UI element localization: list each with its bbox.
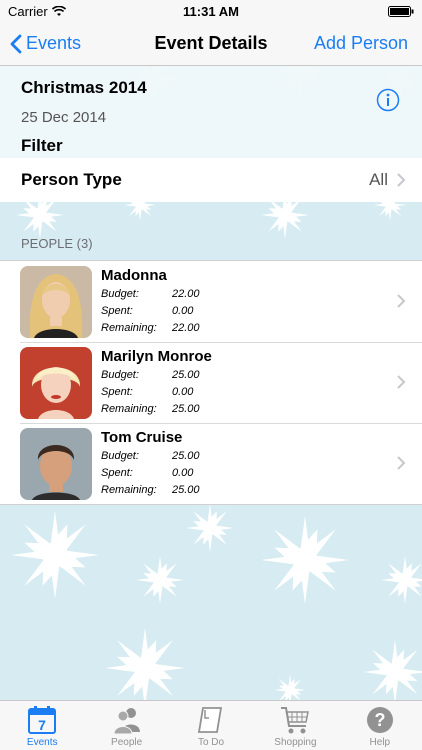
svg-text:7: 7	[38, 717, 46, 733]
cart-icon	[281, 707, 310, 734]
chevron-right-icon	[397, 375, 406, 389]
avatar	[20, 427, 92, 500]
tab-help[interactable]: ? Help	[338, 701, 422, 750]
spent-row: Spent: 0.00	[101, 467, 194, 479]
spent-row: Spent: 0.00	[101, 305, 194, 317]
budget-value: 22.00	[172, 288, 200, 300]
filter-section-label: Filter	[0, 134, 422, 158]
budget-row: Budget: 25.00	[101, 450, 200, 462]
status-bar: Carrier 11:31 AM	[0, 0, 422, 22]
person-type-label: Person Type	[21, 170, 122, 189]
person-type-value: All	[369, 170, 388, 189]
tab-bar: 7 Events People To Do Shopping ? Help	[0, 700, 422, 750]
avatar	[20, 346, 92, 419]
person-name: Madonna	[101, 266, 167, 284]
tab-events[interactable]: 7 Events	[0, 701, 84, 750]
chevron-right-icon	[397, 294, 406, 308]
spent-value: 0.00	[172, 305, 194, 317]
spent-row: Spent: 0.00	[101, 386, 194, 398]
person-name: Marilyn Monroe	[101, 347, 212, 365]
remaining-row: Remaining: 22.00	[101, 322, 200, 334]
person-info: Tom Cruise Budget: 25.00 Spent: 0.00 Remai…	[101, 429, 381, 499]
calendar-icon: 7	[28, 706, 57, 734]
remaining-row: Remaining: 25.00	[101, 484, 200, 496]
budget-value: 25.00	[172, 369, 200, 381]
tab-people-label: People	[111, 737, 143, 748]
event-name: Christmas 2014	[21, 78, 147, 97]
tab-shopping-label: Shopping	[274, 737, 317, 748]
list-item[interactable]: Marilyn Monroe Budget: 25.00 Spent: 0.00 R…	[0, 342, 422, 423]
person-name: Tom Cruise	[101, 428, 183, 446]
back-button[interactable]: Events	[0, 33, 81, 54]
tab-events-label: Events	[26, 737, 58, 748]
budget-row: Budget: 22.00	[101, 288, 200, 300]
budget-row: Budget: 25.00	[101, 369, 200, 381]
add-person-button[interactable]: Add Person	[314, 33, 422, 54]
tab-people[interactable]: People	[84, 701, 168, 750]
help-icon: ?	[366, 707, 393, 733]
spent-value: 0.00	[172, 467, 194, 479]
tab-help-label: Help	[369, 737, 391, 748]
people-icon	[113, 708, 140, 735]
remaining-row: Remaining: 25.00	[101, 403, 200, 415]
avatar	[20, 265, 92, 338]
people-section-header: PEOPLE (3)	[21, 236, 93, 251]
navigation-bar: Events Event Details Add Person	[0, 22, 422, 66]
remaining-value: 25.00	[172, 403, 200, 415]
spent-value: 0.00	[172, 386, 194, 398]
info-icon[interactable]	[376, 88, 400, 112]
status-time: 11:31 AM	[183, 3, 239, 19]
person-info: Marilyn Monroe Budget: 25.00 Spent: 0.00 R…	[101, 348, 381, 418]
tab-shopping[interactable]: Shopping	[253, 701, 337, 750]
chevron-left-icon	[10, 34, 22, 53]
people-list: Madonna Budget: 22.00 Spent: 0.00 Remainin…	[0, 260, 422, 505]
svg-text:?: ?	[374, 710, 385, 730]
event-header: Christmas 2014 25 Dec 2014	[0, 66, 422, 134]
todo-icon	[197, 707, 223, 733]
remaining-value: 25.00	[172, 484, 200, 496]
chevron-right-icon	[397, 456, 406, 470]
tab-to-do-label: To Do	[197, 737, 225, 748]
event-date: 25 Dec 2014	[21, 109, 107, 126]
list-item[interactable]: Madonna Budget: 22.00 Spent: 0.00 Remainin…	[0, 261, 422, 342]
budget-value: 25.00	[172, 450, 200, 462]
person-type-row[interactable]: Person Type All	[0, 158, 422, 202]
back-button-label: Events	[26, 33, 82, 53]
person-info: Madonna Budget: 22.00 Spent: 0.00 Remainin…	[101, 267, 381, 337]
chevron-right-icon	[397, 173, 406, 187]
remaining-value: 22.00	[172, 322, 200, 334]
list-item[interactable]: Tom Cruise Budget: 25.00 Spent: 0.00 Remai…	[0, 423, 422, 504]
tab-to-do[interactable]: To Do	[169, 701, 253, 750]
